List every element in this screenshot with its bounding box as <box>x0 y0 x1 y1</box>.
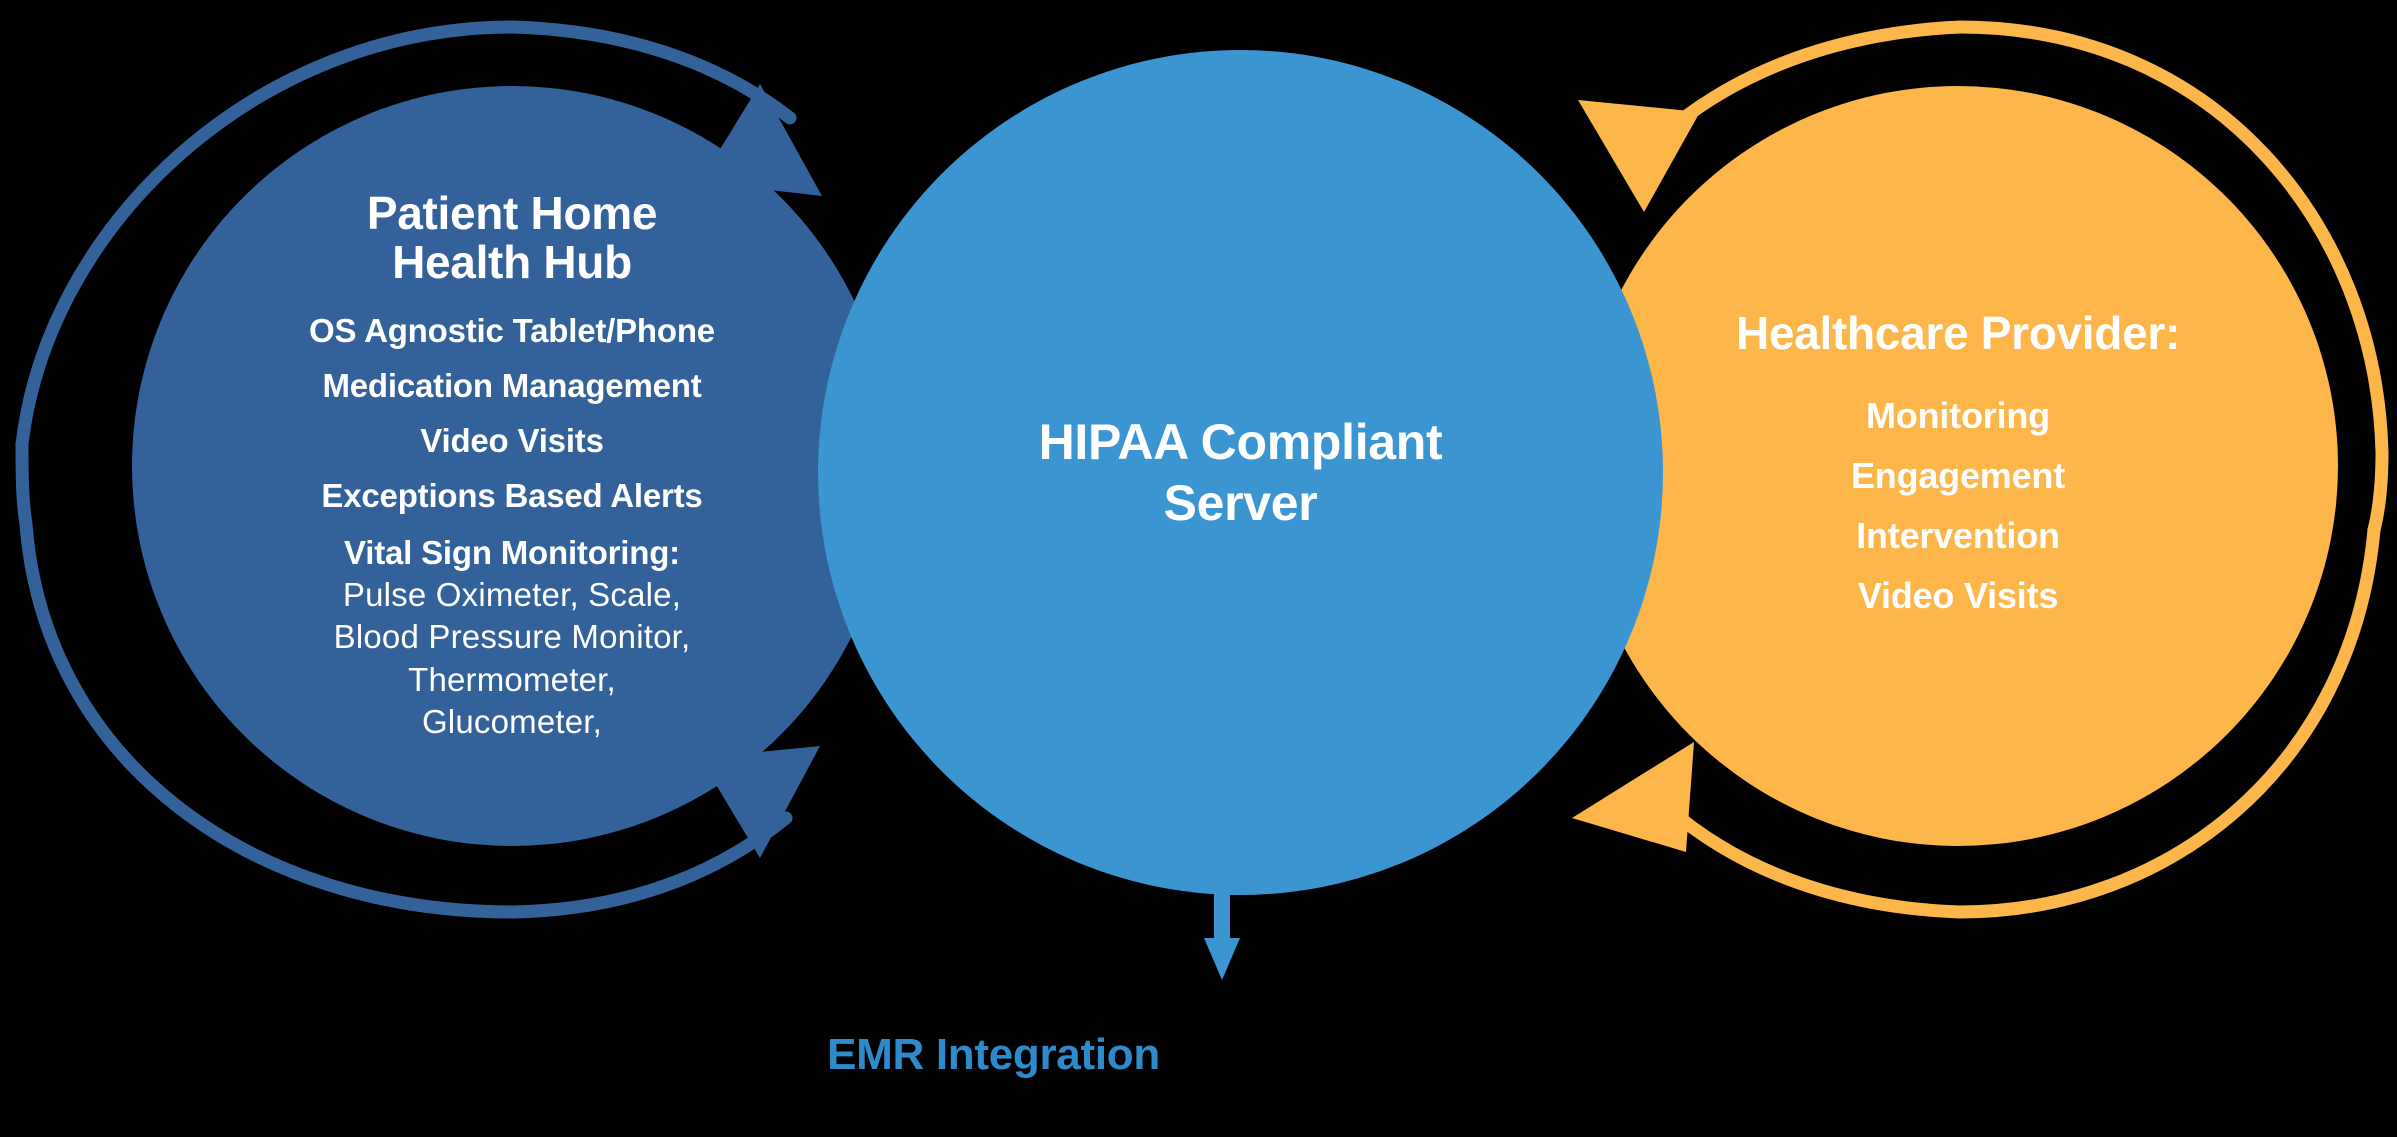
left-circle-item-medication: Medication Management <box>322 367 702 405</box>
right-top-arc-path-2 <box>2367 445 2389 537</box>
hipaa-compliant-server-circle[interactable]: HIPAA Compliant Server <box>818 50 1663 895</box>
patient-home-health-hub-circle[interactable]: Patient Home Health Hub OS Agnostic Tabl… <box>132 86 892 846</box>
left-circle-item-os-agnostic: OS Agnostic Tablet/Phone <box>309 312 715 350</box>
left-circle-item-exceptions: Exceptions Based Alerts <box>321 477 703 515</box>
left-circle-title: Patient Home Health Hub <box>366 186 658 289</box>
diagram-canvas: Patient Home Health Hub OS Agnostic Tabl… <box>0 0 2397 1137</box>
center-circle-title-line-1: HIPAA Compliant <box>1038 413 1443 470</box>
left-circle-title-line-2: Health Hub <box>392 236 632 289</box>
left-circle-title-line-1: Patient Home <box>366 186 658 239</box>
right-top-arrowhead-icon <box>1578 100 1700 212</box>
right-circle-title: Healthcare Provider: <box>1736 307 2180 359</box>
center-circle-content: HIPAA Compliant Server <box>818 412 1663 534</box>
left-circle-vital-item-4: Glucometer, <box>421 702 603 740</box>
left-circle-item-video-visits: Video Visits <box>420 422 604 460</box>
right-circle-item-engagement: Engagement <box>1850 455 2066 496</box>
emr-integration-label: EMR Integration <box>0 1030 2397 1080</box>
right-circle-item-monitoring: Monitoring <box>1866 395 2050 436</box>
right-circle-content: Healthcare Provider: Monitoring Engageme… <box>1578 306 2338 626</box>
center-circle-title: HIPAA Compliant Server <box>1039 412 1443 534</box>
emr-down-arrow-icon <box>1204 880 1240 980</box>
center-circle-title-line-2: Server <box>1163 474 1318 531</box>
left-circle-vital-item-2: Blood Pressure Monitor, <box>333 618 691 656</box>
healthcare-provider-circle[interactable]: Healthcare Provider: Monitoring Engageme… <box>1578 86 2338 846</box>
right-circle-item-intervention: Intervention <box>1856 515 2060 556</box>
right-circle-item-video-visits: Video Visits <box>1857 575 2059 616</box>
left-circle-vital-item-3: Thermometer, <box>408 660 616 698</box>
left-circle-vital-item-1: Pulse Oximeter, Scale, <box>342 576 682 614</box>
emr-integration-text: EMR Integration <box>827 1030 1160 1079</box>
left-circle-content: Patient Home Health Hub OS Agnostic Tabl… <box>132 186 892 743</box>
left-circle-vital-sign-heading: Vital Sign Monitoring: <box>344 534 680 572</box>
right-bottom-arrowhead-icon <box>1572 742 1694 852</box>
left-top-arc-path-2 <box>15 437 33 531</box>
